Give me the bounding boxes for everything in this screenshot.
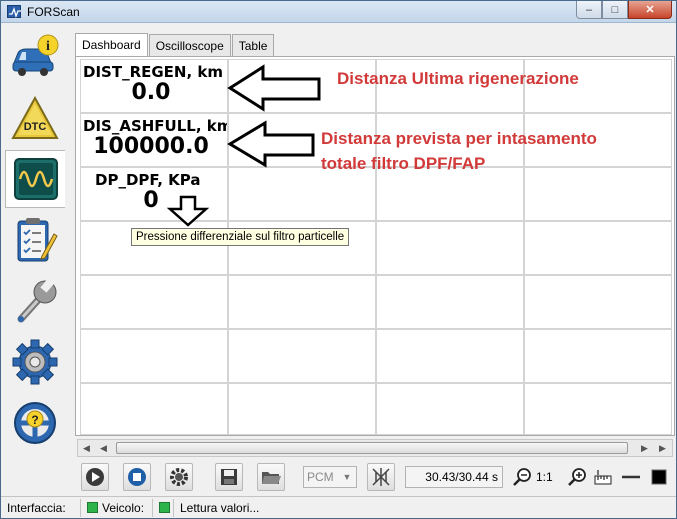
zoom-in-icon	[568, 468, 586, 486]
floppy-disk-icon	[221, 469, 237, 485]
ruler-button[interactable]	[589, 463, 617, 491]
arrow-down-icon	[166, 195, 210, 227]
color-swatch-icon	[651, 469, 667, 485]
line-style-button[interactable]	[617, 463, 645, 491]
scroll-first-icon[interactable]: ◀	[78, 440, 95, 456]
zoom-out-icon	[513, 468, 531, 486]
status-led-icon	[87, 502, 98, 513]
line-icon	[622, 475, 640, 479]
scroll-last-icon[interactable]: ▶	[654, 440, 671, 456]
annotation-ashfull-line1: Distanza prevista per intasamento	[321, 129, 597, 148]
status-message: Lettura valori...	[173, 499, 673, 517]
bottom-toolbar: PCM ▼ 30.43/30.44 s 1:1	[75, 461, 675, 493]
ruler-icon	[594, 470, 612, 485]
status-led-icon	[159, 502, 170, 513]
time-ratio-display: 30.43/30.44 s	[405, 466, 503, 488]
status-vehicle-led	[153, 499, 173, 517]
disconnect-icon	[372, 468, 390, 486]
arrow-left-icon	[227, 64, 321, 112]
status-bar: Interfaccia: Veicolo: Lettura valori...	[1, 496, 676, 518]
protocol-select-value: PCM	[307, 470, 334, 484]
disconnect-button[interactable]	[367, 463, 395, 491]
stop-icon	[128, 468, 146, 486]
horizontal-scrollbar[interactable]: ◀ ◀ ▶ ▶	[77, 439, 673, 457]
status-interface-label: Interfaccia:	[7, 501, 66, 515]
open-button[interactable]	[257, 463, 285, 491]
zoom-in-button[interactable]	[563, 463, 591, 491]
folder-icon	[262, 472, 281, 484]
protocol-select[interactable]: PCM ▼	[303, 466, 357, 488]
annotation-regen: Distanza Ultima rigenerazione	[337, 69, 579, 88]
status-message-text: Lettura valori...	[180, 501, 260, 515]
play-button[interactable]	[81, 463, 109, 491]
color-button[interactable]	[645, 463, 673, 491]
zoom-out-button[interactable]	[508, 463, 536, 491]
scroll-thumb[interactable]	[116, 442, 628, 454]
play-icon	[86, 468, 104, 486]
status-interface: Interfaccia:	[1, 499, 81, 517]
chevron-down-icon: ▼	[342, 472, 352, 482]
zoom-ratio-label[interactable]: 1:1	[536, 466, 553, 488]
status-interface-led: Veicolo:	[81, 499, 153, 517]
save-button[interactable]	[215, 463, 243, 491]
config-button[interactable]	[165, 463, 193, 491]
scroll-left-icon[interactable]: ◀	[95, 440, 112, 456]
app-window: FORScan ‒ □ ✕ i DTC ? Dashboard Oscillos…	[0, 0, 677, 519]
arrow-left-icon	[227, 120, 315, 168]
status-vehicle-label: Veicolo:	[102, 501, 145, 515]
stop-button[interactable]	[123, 463, 151, 491]
scroll-right-icon[interactable]: ▶	[636, 440, 653, 456]
tooltip: Pressione differenziale sul filtro parti…	[131, 228, 350, 246]
annotation-ashfull-line2: totale filtro DPF/FAP	[321, 154, 486, 173]
gear-icon	[170, 468, 188, 486]
